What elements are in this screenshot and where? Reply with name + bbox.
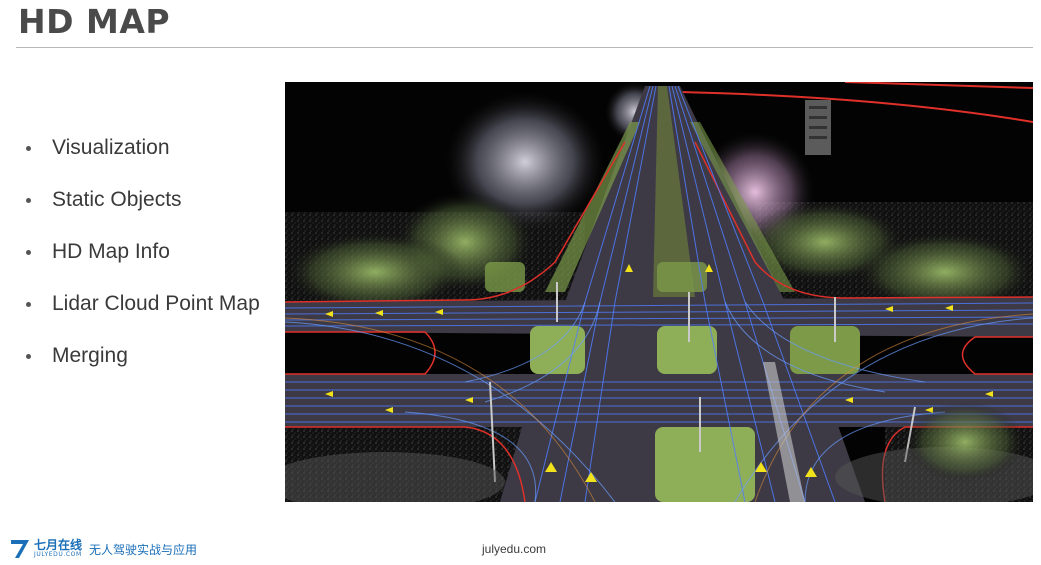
bullet-text: Lidar Cloud Point Map [52, 292, 260, 315]
logo-text: 七月在线 JULYEDU.COM [34, 539, 82, 558]
page-title: HD MAP [18, 2, 171, 41]
bullet-item: HD Map Info [24, 238, 260, 290]
red-boundary-line [679, 91, 1033, 123]
bullet-dot-icon [26, 354, 31, 359]
red-boundary-line [844, 82, 1033, 89]
red-boundary-line [285, 331, 436, 375]
bullet-dot-icon [26, 250, 31, 255]
bullet-item: Static Objects [24, 186, 260, 238]
bullet-list: Visualization Static Objects HD Map Info… [24, 134, 260, 394]
bullet-text: Static Objects [52, 188, 182, 211]
grass-island [655, 427, 755, 502]
logo-chinese: 七月在线 [34, 537, 83, 552]
course-name: 无人驾驶实战与应用 [89, 543, 198, 557]
bullet-dot-icon [26, 146, 31, 151]
bullet-text: Merging [52, 344, 128, 367]
point-cloud-mound [905, 402, 1025, 482]
bullet-item: Lidar Cloud Point Map [24, 290, 260, 342]
bullet-dot-icon [26, 302, 31, 307]
bullet-text: Visualization [52, 136, 170, 159]
bullet-item: Merging [24, 342, 260, 394]
hd-map-image [285, 82, 1033, 502]
building [809, 116, 827, 119]
footer-url: julyedu.com [482, 542, 547, 556]
building [809, 136, 827, 139]
building [809, 106, 827, 109]
bullet-text: HD Map Info [52, 240, 170, 263]
grass-island [657, 326, 717, 374]
title-divider [16, 47, 1033, 48]
grass-island [790, 326, 860, 374]
red-boundary-line [961, 336, 1033, 375]
bullet-item: Visualization [24, 134, 260, 186]
brand-logo: 七月在线 JULYEDU.COM [10, 536, 82, 560]
bullet-dot-icon [26, 198, 31, 203]
slide: HD MAP Visualization Static Objects HD M… [0, 0, 1041, 565]
seven-logo-icon [11, 540, 29, 558]
building [809, 126, 827, 129]
logo-english: JULYEDU.COM [34, 550, 82, 558]
